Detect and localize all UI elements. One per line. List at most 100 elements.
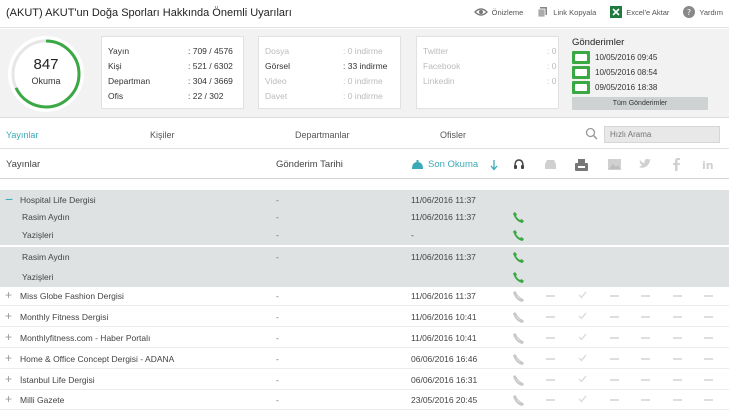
send-item[interactable]: 10/05/2016 08:54 xyxy=(572,65,712,80)
status-dash xyxy=(546,295,555,297)
send-item[interactable]: 10/05/2016 09:45 xyxy=(572,50,712,65)
svg-text:in: in xyxy=(702,159,714,171)
collapse-icon[interactable]: − xyxy=(5,192,13,206)
status-dash xyxy=(610,295,619,297)
check-icon xyxy=(578,333,587,343)
excel-icon xyxy=(610,6,623,18)
check-icon xyxy=(578,375,587,385)
linkedin-icon[interactable]: in xyxy=(702,159,714,173)
status-dash xyxy=(610,379,619,381)
phone-off-icon xyxy=(513,333,524,346)
sends-panel: Gönderimler 10/05/2016 09:45 10/05/2016 … xyxy=(572,37,712,110)
row-last-read: 11/06/2016 11:37 xyxy=(411,195,476,205)
download-row-file: Dosya: 0 indirme xyxy=(265,46,383,56)
status-dash xyxy=(610,399,619,401)
table-row[interactable]: + Monthlyfitness.com - Haber Portalı - 1… xyxy=(0,328,729,348)
eye-icon xyxy=(473,7,488,17)
row-last-read: 23/05/2016 20:45 xyxy=(411,395,478,405)
status-dash xyxy=(641,358,650,360)
reads-label: Okuma xyxy=(31,76,61,86)
preview-label: Önizleme xyxy=(491,7,524,17)
row-last-read: 06/06/2016 16:31 xyxy=(411,375,478,385)
row-send-date: - xyxy=(276,230,279,240)
check-icon xyxy=(578,312,587,322)
status-dash xyxy=(704,316,713,318)
envelope-icon xyxy=(572,66,590,79)
fax-icon[interactable] xyxy=(575,159,588,173)
facebook-icon[interactable] xyxy=(673,158,680,173)
expand-icon[interactable]: + xyxy=(5,331,12,343)
status-dash xyxy=(673,337,682,339)
tab-publications[interactable]: Yayınlar xyxy=(6,130,38,140)
row-last-read: 11/06/2016 11:37 xyxy=(411,291,476,301)
row-last-read: 11/06/2016 11:37 xyxy=(411,212,476,222)
copy-link-button[interactable]: Link Kopyala xyxy=(537,6,596,18)
reach-row-office: Ofis: 22 / 302 xyxy=(108,91,224,101)
expand-icon[interactable]: + xyxy=(5,393,12,405)
social-card: Twitter: 0 Facebook: 0 Linkedin: 0 xyxy=(416,36,559,109)
all-sends-button[interactable]: Tüm Gönderimler xyxy=(572,97,708,110)
status-dash xyxy=(673,316,682,318)
help-button[interactable]: ? Yardım xyxy=(683,6,723,18)
help-label: Yardım xyxy=(699,7,723,17)
table-row[interactable]: Rasim Aydın - 11/06/2016 11:37 xyxy=(0,207,729,227)
table-row[interactable]: Yazişleri - - xyxy=(0,225,729,245)
check-icon xyxy=(578,291,587,301)
row-send-date: - xyxy=(276,354,279,364)
phone-icon xyxy=(513,212,524,225)
status-dash xyxy=(641,337,650,339)
row-name: Yazişleri xyxy=(22,230,54,240)
row-last-read: 11/06/2016 10:41 xyxy=(411,312,477,322)
download-row-video: Video: 0 indirme xyxy=(265,76,383,86)
status-dash xyxy=(546,379,555,381)
row-send-date: - xyxy=(276,291,279,301)
status-dash xyxy=(610,358,619,360)
headset-icon[interactable] xyxy=(513,159,525,173)
row-send-date: - xyxy=(276,333,279,343)
sort-down-icon[interactable] xyxy=(490,159,498,173)
image-icon[interactable] xyxy=(608,159,621,172)
status-dash xyxy=(546,337,555,339)
inbox-icon[interactable] xyxy=(544,159,557,172)
row-name: Rasim Aydın xyxy=(22,212,70,222)
phone-off-icon xyxy=(513,291,524,304)
status-dash xyxy=(673,379,682,381)
expand-icon[interactable]: + xyxy=(5,289,12,301)
tab-people[interactable]: Kişiler xyxy=(150,130,175,140)
expand-icon[interactable]: + xyxy=(5,373,12,385)
expand-icon[interactable]: + xyxy=(5,352,12,364)
column-send-date[interactable]: Gönderim Tarihi xyxy=(276,159,343,170)
column-publications[interactable]: Yayınlar xyxy=(6,159,40,170)
status-dash xyxy=(704,358,713,360)
table-row[interactable]: Yazişleri xyxy=(0,267,729,287)
table-row[interactable]: + İstanbul Life Dergisi - 06/06/2016 16:… xyxy=(0,370,729,390)
status-dash xyxy=(673,358,682,360)
tab-offices[interactable]: Ofisler xyxy=(440,130,466,140)
send-item[interactable]: 09/05/2016 18:38 xyxy=(572,80,712,95)
reach-row-publication: Yayın: 709 / 4576 xyxy=(108,46,233,56)
social-row-twitter: Twitter: 0 xyxy=(423,46,557,56)
row-send-date: - xyxy=(276,252,279,262)
help-icon: ? xyxy=(683,6,696,18)
tab-departments[interactable]: Departmanlar xyxy=(295,130,350,140)
tab-bar: Yayınlar Kişiler Departmanlar Ofisler xyxy=(0,121,729,149)
reads-count: 847 xyxy=(33,56,59,73)
expand-icon[interactable]: + xyxy=(5,310,12,322)
download-row-image: Görsel: 33 indirme xyxy=(265,61,388,71)
search-icon[interactable] xyxy=(585,127,598,142)
table-row[interactable]: + Miss Globe Fashion Dergisi - 11/06/201… xyxy=(0,286,729,306)
search-input[interactable] xyxy=(604,126,720,143)
preview-button[interactable]: Önizleme xyxy=(473,7,524,17)
status-dash xyxy=(641,295,650,297)
table-row[interactable]: + Monthly Fitness Dergisi - 11/06/2016 1… xyxy=(0,307,729,327)
twitter-icon[interactable] xyxy=(639,158,651,171)
reach-row-department: Departman: 304 / 3669 xyxy=(108,76,233,86)
check-icon xyxy=(578,354,587,364)
column-last-read[interactable]: Son Okuma xyxy=(428,159,478,170)
table-row[interactable]: + Milli Gazete - 23/05/2016 20:45 xyxy=(0,390,729,410)
social-row-facebook: Facebook: 0 xyxy=(423,61,557,71)
phone-icon xyxy=(513,272,524,285)
export-excel-button[interactable]: Excel'e Aktar xyxy=(610,6,669,18)
table-row[interactable]: Rasim Aydın - 11/06/2016 11:37 xyxy=(0,247,729,267)
table-row[interactable]: + Home & Office Concept Dergisi - ADANA … xyxy=(0,349,729,369)
